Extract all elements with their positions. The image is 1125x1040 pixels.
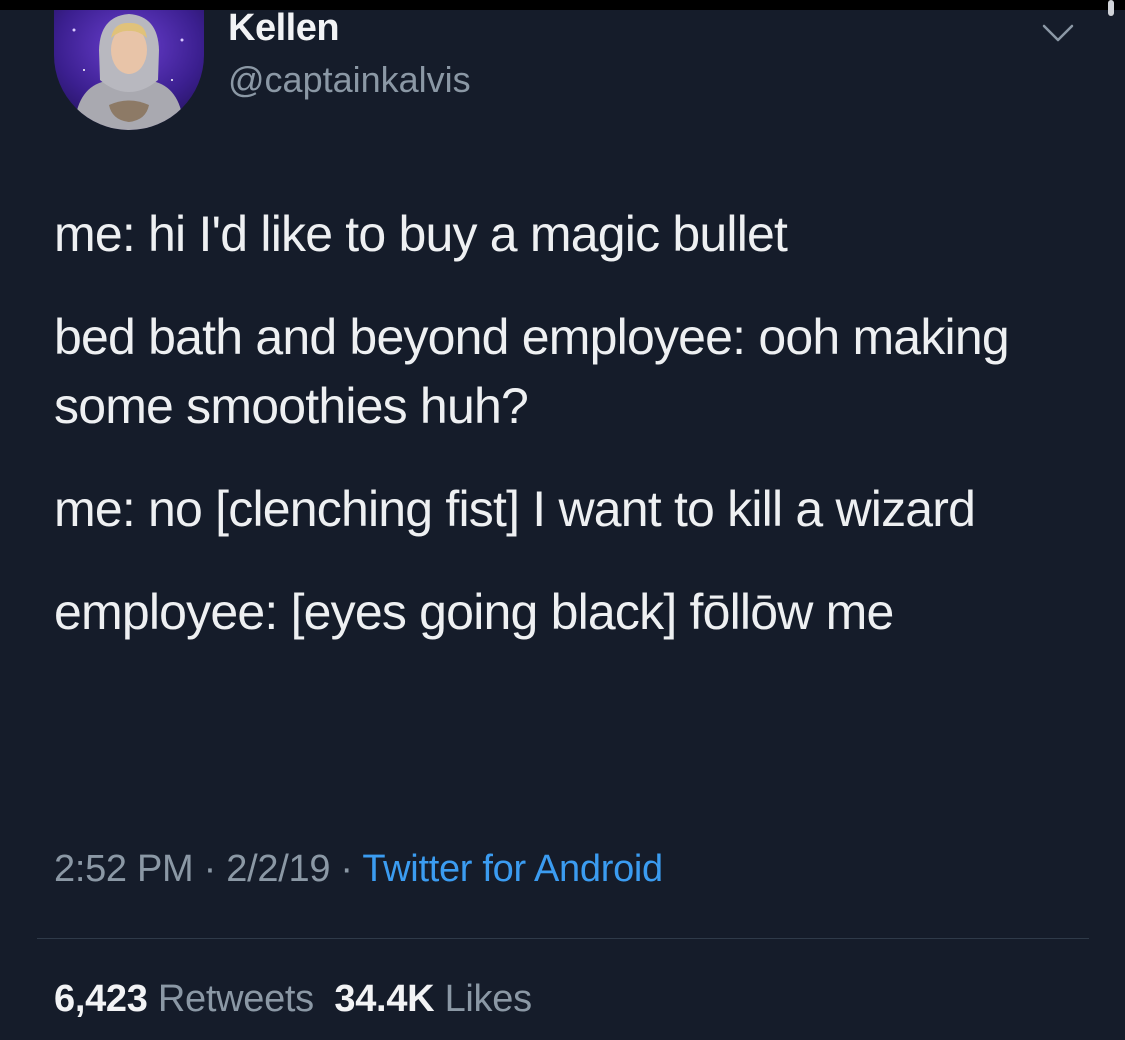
chevron-down-icon[interactable] — [1040, 18, 1076, 48]
tweet-source-link[interactable]: Twitter for Android — [362, 848, 663, 890]
separator: · — [193, 848, 227, 890]
separator: · — [330, 848, 363, 890]
tweet-paragraph: employee: [eyes going black] fōllōw me — [54, 584, 894, 640]
retweets-label[interactable]: Retweets — [158, 978, 314, 1020]
tweet-stats: 6,423 Retweets 34.4K Likes — [54, 975, 532, 1023]
status-bar — [0, 0, 1125, 10]
retweets-count[interactable]: 6,423 — [54, 978, 148, 1020]
divider — [37, 938, 1089, 939]
profile-photo — [54, 10, 204, 130]
tweet-metadata: 2:52 PM · 2/2/19 · Twitter for Android — [54, 845, 663, 893]
likes-count[interactable]: 34.4K — [334, 978, 434, 1020]
likes-label[interactable]: Likes — [445, 978, 533, 1020]
tweet-paragraph: me: no [clenching fist] I want to kill a… — [54, 481, 976, 537]
tweet-date[interactable]: 2/2/19 — [226, 848, 330, 890]
tweet-paragraph: me: hi I'd like to buy a magic bullet — [54, 206, 788, 262]
tweet-paragraph: bed bath and beyond employee: ooh making… — [54, 309, 1010, 434]
tweet-time[interactable]: 2:52 PM — [54, 848, 194, 890]
scroll-indicator — [1108, 0, 1114, 16]
avatar[interactable] — [54, 10, 204, 130]
user-handle[interactable]: @captainkalvis — [228, 58, 471, 102]
display-name[interactable]: Kellen — [228, 6, 340, 50]
tweet-text: me: hi I'd like to buy a magic bullet be… — [54, 200, 1074, 681]
